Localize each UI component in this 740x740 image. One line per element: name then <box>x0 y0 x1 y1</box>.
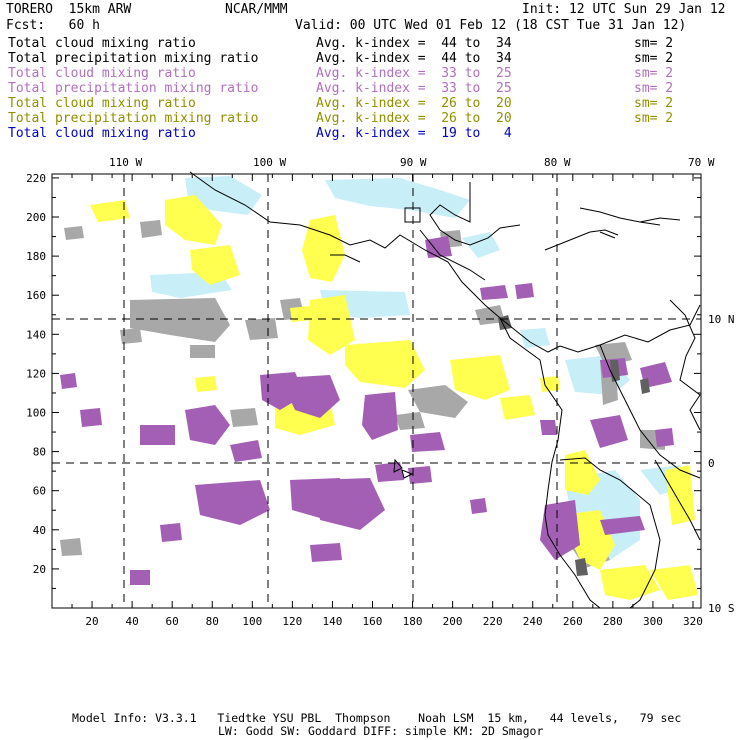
y-tick-label: 160 <box>26 289 46 302</box>
lat-label: 10 N <box>708 313 735 326</box>
y-tick-label: 20 <box>33 563 46 576</box>
y-tick-label: 140 <box>26 328 46 341</box>
y-tick-label: 60 <box>33 485 46 498</box>
x-tick-label: 260 <box>563 615 583 628</box>
x-tick-label: 20 <box>85 615 98 628</box>
x-tick-label: 300 <box>643 615 663 628</box>
y-tick-label: 120 <box>26 367 46 380</box>
x-tick-label: 100 <box>242 615 262 628</box>
x-tick-label: 200 <box>443 615 463 628</box>
x-tick-label: 280 <box>603 615 623 628</box>
y-tick-label: 180 <box>26 250 46 263</box>
cloud-mixing-ratio-field <box>60 176 698 600</box>
lon-label: 90 W <box>400 156 427 169</box>
physics-info-line: LW: Godd SW: Goddard DIFF: simple KM: 2D… <box>218 724 544 738</box>
x-tick-label: 240 <box>523 615 543 628</box>
y-tick-label: 200 <box>26 211 46 224</box>
lat-label: 0 <box>708 457 715 470</box>
x-tick-label: 120 <box>282 615 302 628</box>
y-tick-label: 80 <box>33 446 46 459</box>
lon-label: 110 W <box>109 156 142 169</box>
lon-label: 80 W <box>544 156 571 169</box>
y-tick-label: 100 <box>26 407 46 420</box>
y-tick-labels: 20 40 60 80 100 120 140 160 180 200 220 <box>26 172 46 576</box>
x-tick-label: 220 <box>483 615 503 628</box>
y-tick-label: 220 <box>26 172 46 185</box>
x-tick-labels: 20 40 60 80 100 120 140 160 180 200 220 240 260 280 30… <box>85 615 702 628</box>
lon-label: 70 W <box>688 156 715 169</box>
forecast-map: 20 40 60 80 100 120 140 160 180 200 220 240 260 280 30… <box>26 156 735 628</box>
x-tick-label: 40 <box>125 615 138 628</box>
x-tick-label: 160 <box>363 615 383 628</box>
x-tick-label: 60 <box>166 615 179 628</box>
x-tick-label: 180 <box>403 615 423 628</box>
x-tick-label: 80 <box>206 615 219 628</box>
x-tick-label: 140 <box>322 615 342 628</box>
y-tick-label: 40 <box>33 524 46 537</box>
lon-label: 100 W <box>253 156 286 169</box>
x-tick-label: 320 <box>683 615 703 628</box>
lat-label: 10 S <box>708 602 735 615</box>
